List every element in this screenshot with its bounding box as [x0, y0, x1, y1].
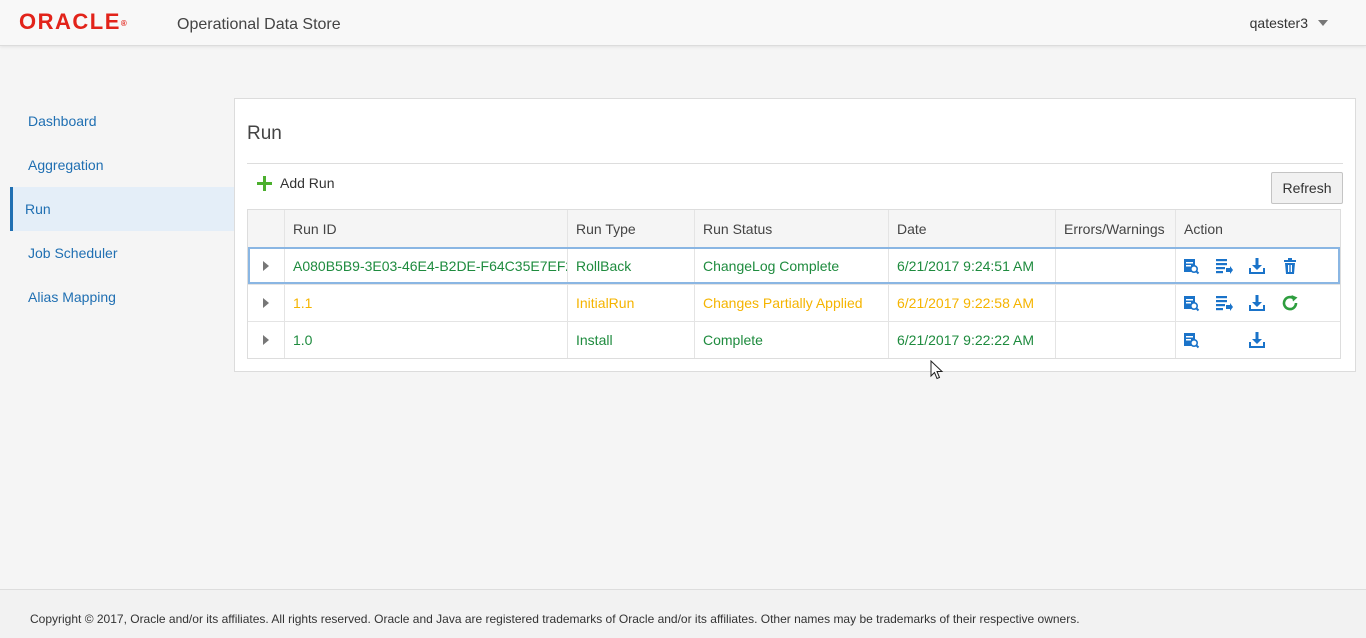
mouse-pointer-icon [930, 360, 944, 380]
apply-changes-icon[interactable] [1215, 294, 1233, 312]
title-divider [247, 163, 1343, 164]
brand-name: ORACLE [19, 9, 121, 34]
column-header-action: Action [1175, 210, 1340, 247]
expander-cell [248, 322, 284, 358]
table-header-row: Run ID Run Type Run Status Date Errors/W… [248, 210, 1340, 247]
copyright-text: Copyright © 2017, Oracle and/or its affi… [30, 612, 1080, 626]
run-status-cell: ChangeLog Complete [694, 248, 888, 284]
table-row[interactable]: 1.0 Install Complete 6/21/2017 9:22:22 A… [248, 321, 1340, 358]
expander-column-header [248, 210, 284, 247]
sidebar-item-aggregation[interactable]: Aggregation [10, 143, 234, 187]
run-status-cell: Changes Partially Applied [694, 285, 888, 321]
runs-table: Run ID Run Type Run Status Date Errors/W… [247, 209, 1341, 359]
run-id-cell: A080B5B9-3E03-46E4-B2DE-F64C35E7EF2C [284, 248, 567, 284]
view-details-icon[interactable] [1182, 257, 1200, 275]
apply-changes-icon[interactable] [1215, 257, 1233, 275]
view-details-icon[interactable] [1182, 294, 1200, 312]
errors-warnings-cell [1055, 285, 1175, 321]
run-id-cell: 1.1 [284, 285, 567, 321]
action-cell [1175, 322, 1340, 358]
delete-icon[interactable] [1281, 257, 1299, 275]
expand-row-icon[interactable] [263, 261, 269, 271]
plus-icon [257, 175, 272, 191]
user-menu[interactable]: qatester3 [1250, 14, 1328, 32]
run-type-cell: RollBack [567, 248, 694, 284]
oracle-logo[interactable]: ORACLE® [19, 9, 127, 35]
run-status-cell: Complete [694, 322, 888, 358]
view-details-icon[interactable] [1182, 331, 1200, 349]
run-id-cell: 1.0 [284, 322, 567, 358]
chevron-down-icon [1318, 20, 1328, 26]
column-header-errors-warnings[interactable]: Errors/Warnings [1055, 210, 1175, 247]
date-cell: 6/21/2017 9:24:51 AM [888, 248, 1055, 284]
date-cell: 6/21/2017 9:22:58 AM [888, 285, 1055, 321]
download-icon[interactable] [1248, 257, 1266, 275]
action-cell [1175, 248, 1340, 284]
add-run-button[interactable]: Add Run [257, 175, 334, 191]
date-cell: 6/21/2017 9:22:22 AM [888, 322, 1055, 358]
sidebar-nav: Dashboard Aggregation Run Job Scheduler … [10, 99, 234, 319]
table-row[interactable]: A080B5B9-3E03-46E4-B2DE-F64C35E7EF2C Rol… [248, 247, 1340, 284]
app-header: ORACLE® Operational Data Store qatester3 [0, 0, 1366, 46]
expander-cell [248, 285, 284, 321]
errors-warnings-cell [1055, 248, 1175, 284]
expander-cell [248, 248, 284, 284]
column-header-run-status[interactable]: Run Status [694, 210, 888, 247]
sidebar-item-run[interactable]: Run [10, 187, 234, 231]
run-panel: Run Add Run Refresh Run ID Run Type Run … [234, 98, 1356, 372]
run-type-cell: InitialRun [567, 285, 694, 321]
app-title: Operational Data Store [177, 16, 341, 33]
expand-row-icon[interactable] [263, 335, 269, 345]
sidebar-item-job-scheduler[interactable]: Job Scheduler [10, 231, 234, 275]
page-title: Run [247, 123, 282, 144]
action-cell [1175, 285, 1340, 321]
sidebar-item-alias-mapping[interactable]: Alias Mapping [10, 275, 234, 319]
download-icon[interactable] [1248, 294, 1266, 312]
username: qatester3 [1249, 15, 1308, 31]
table-row[interactable]: 1.1 InitialRun Changes Partially Applied… [248, 284, 1340, 321]
expand-row-icon[interactable] [263, 298, 269, 308]
column-header-date[interactable]: Date [888, 210, 1055, 247]
refresh-button[interactable]: Refresh [1271, 172, 1343, 204]
retry-icon[interactable] [1281, 294, 1299, 312]
column-header-run-type[interactable]: Run Type [567, 210, 694, 247]
add-run-label: Add Run [280, 175, 335, 191]
download-icon[interactable] [1248, 331, 1266, 349]
run-type-cell: Install [567, 322, 694, 358]
registered-mark: ® [120, 19, 127, 28]
page-footer: Copyright © 2017, Oracle and/or its affi… [0, 589, 1366, 638]
column-header-run-id[interactable]: Run ID [284, 210, 567, 247]
errors-warnings-cell [1055, 322, 1175, 358]
sidebar-item-dashboard[interactable]: Dashboard [10, 99, 234, 143]
